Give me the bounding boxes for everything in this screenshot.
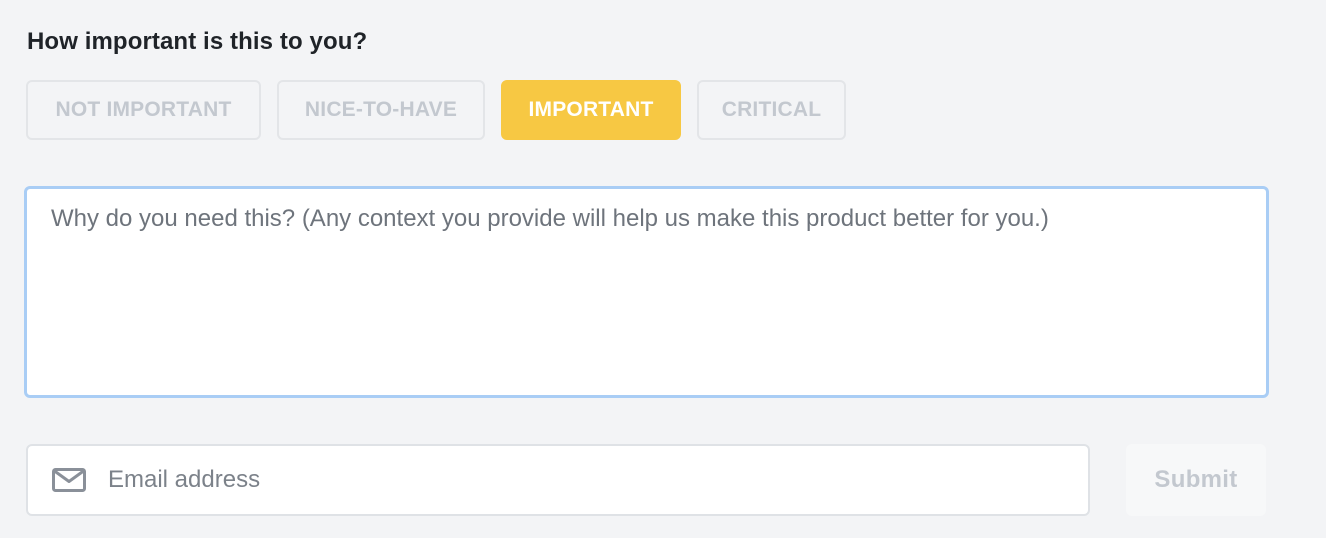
option-critical[interactable]: CRITICAL [697, 80, 846, 140]
submit-button[interactable]: Submit [1126, 444, 1266, 516]
mail-icon [52, 468, 86, 492]
option-not-important[interactable]: NOT IMPORTANT [26, 80, 261, 140]
email-field[interactable] [26, 444, 1090, 516]
email-input[interactable] [108, 446, 1068, 514]
context-textarea[interactable] [24, 186, 1269, 398]
importance-question: How important is this to you? [27, 28, 368, 55]
option-nice-to-have[interactable]: NICE-TO-HAVE [277, 80, 485, 140]
importance-options: NOT IMPORTANT NICE-TO-HAVE IMPORTANT CRI… [26, 80, 846, 140]
option-important[interactable]: IMPORTANT [501, 80, 681, 140]
feedback-form: How important is this to you? NOT IMPORT… [0, 0, 1326, 538]
